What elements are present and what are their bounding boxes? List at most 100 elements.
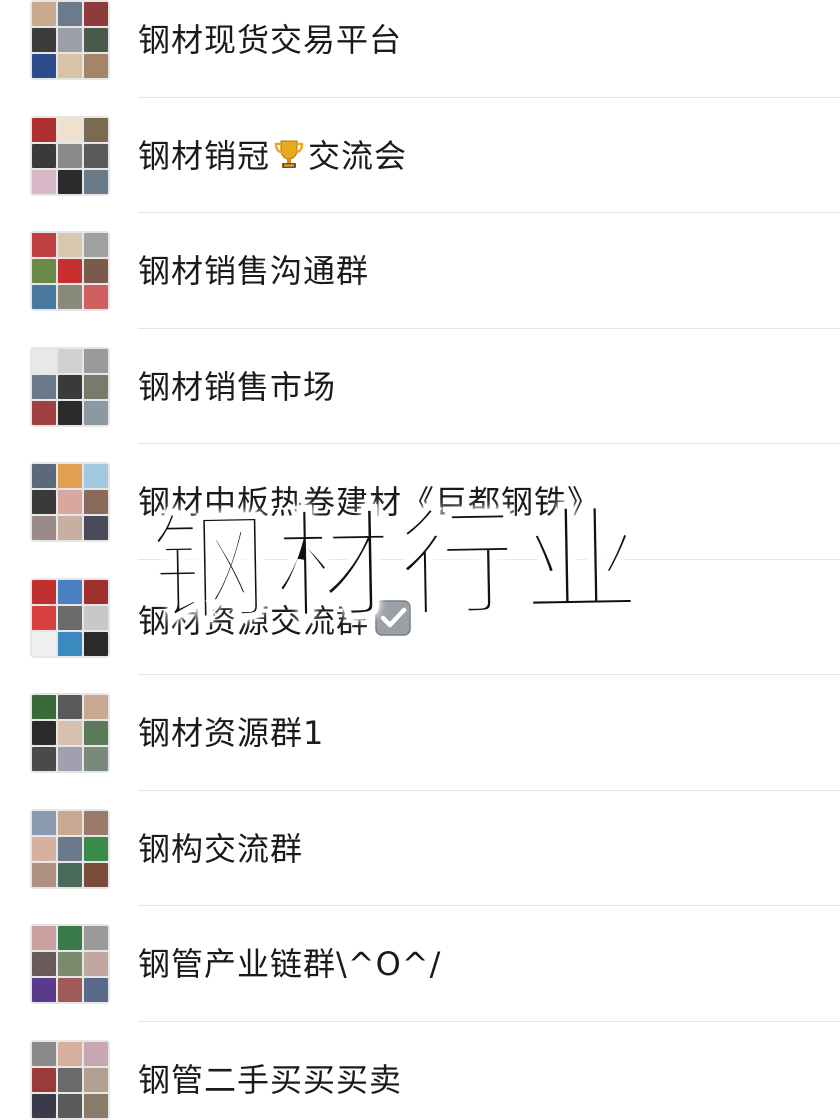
group-avatar	[30, 0, 110, 80]
member-avatar	[84, 579, 108, 604]
member-avatar	[32, 28, 56, 52]
member-avatar	[58, 233, 82, 257]
chat-row[interactable]: 钢材销售市场	[0, 329, 840, 444]
member-avatar	[32, 143, 56, 168]
member-avatar	[58, 747, 82, 771]
member-avatar	[58, 490, 82, 514]
member-avatar	[58, 862, 82, 887]
chat-row[interactable]: 钢材现货交易平台	[0, 0, 840, 98]
member-avatar	[58, 978, 82, 1002]
group-avatar	[30, 115, 110, 196]
member-avatar	[84, 54, 108, 78]
member-avatar	[58, 348, 82, 373]
chat-title: 钢构交流群	[138, 829, 304, 868]
chat-title: 钢材现货交易平台	[138, 21, 403, 59]
member-avatar	[32, 2, 56, 26]
member-avatar	[84, 747, 108, 771]
member-avatar	[84, 233, 108, 257]
member-avatar	[84, 1093, 108, 1118]
member-avatar	[32, 400, 56, 425]
chat-title: 钢管二手买买买卖	[138, 1060, 403, 1099]
chat-list-screen: 钢材现货交易平台 钢材销冠 交流会 钢材销售沟通群 钢材销售市场 钢材中板热卷建…	[0, 0, 840, 1120]
chat-row[interactable]: 钢材资源群1	[0, 675, 840, 791]
member-avatar	[84, 810, 108, 835]
group-avatar	[30, 924, 110, 1004]
member-avatar	[58, 810, 82, 835]
member-avatar	[32, 836, 56, 861]
chat-title: 钢材销冠 交流会	[138, 136, 407, 176]
member-avatar	[58, 117, 82, 142]
member-avatar	[84, 1041, 108, 1066]
member-avatar	[32, 285, 56, 309]
chat-title: 钢管产业链群\^O^/	[138, 945, 442, 983]
member-avatar	[32, 862, 56, 887]
group-avatar	[30, 808, 110, 889]
member-avatar	[58, 285, 82, 309]
member-avatar	[32, 233, 56, 257]
member-avatar	[58, 579, 82, 604]
member-avatar	[32, 1041, 56, 1066]
member-avatar	[58, 631, 82, 656]
member-avatar	[58, 836, 82, 861]
member-avatar	[32, 348, 56, 373]
member-avatar	[32, 1067, 56, 1092]
member-avatar	[84, 374, 108, 399]
member-avatar	[84, 348, 108, 373]
member-avatar	[58, 28, 82, 52]
member-avatar	[84, 516, 108, 540]
member-avatar	[32, 952, 56, 976]
member-avatar	[32, 631, 56, 656]
member-avatar	[32, 579, 56, 604]
member-avatar	[32, 1093, 56, 1118]
member-avatar	[32, 516, 56, 540]
member-avatar	[84, 631, 108, 656]
member-avatar	[58, 169, 82, 194]
member-avatar	[32, 490, 56, 514]
member-avatar	[58, 605, 82, 630]
member-avatar	[84, 285, 108, 309]
chat-title: 钢材资源群1	[138, 714, 325, 752]
member-avatar	[32, 605, 56, 630]
member-avatar	[58, 926, 82, 950]
chat-row[interactable]: 钢管产业链群\^O^/	[0, 906, 840, 1022]
chat-row[interactable]: 钢构交流群	[0, 791, 840, 906]
group-avatar	[30, 462, 110, 542]
member-avatar	[84, 605, 108, 630]
trophy-icon	[274, 140, 304, 168]
member-avatar	[32, 747, 56, 771]
group-avatar	[30, 693, 110, 773]
member-avatar	[58, 143, 82, 168]
member-avatar	[84, 2, 108, 26]
member-avatar	[32, 978, 56, 1002]
member-avatar	[58, 1093, 82, 1118]
member-avatar	[58, 2, 82, 26]
member-avatar	[58, 374, 82, 399]
member-avatar	[32, 695, 56, 719]
member-avatar	[32, 259, 56, 283]
member-avatar	[58, 952, 82, 976]
member-avatar	[32, 54, 56, 78]
chat-title-part: 钢材销冠	[138, 136, 271, 175]
member-avatar	[58, 516, 82, 540]
member-avatar	[84, 695, 108, 719]
member-avatar	[84, 169, 108, 194]
member-avatar	[84, 400, 108, 425]
member-avatar	[84, 490, 108, 514]
chat-title: 钢材销售沟通群	[138, 252, 370, 290]
member-avatar	[32, 810, 56, 835]
member-avatar	[32, 117, 56, 142]
member-avatar	[32, 374, 56, 399]
chat-row[interactable]: 钢材销售沟通群	[0, 213, 840, 329]
group-avatar	[30, 577, 110, 658]
member-avatar	[58, 721, 82, 745]
chat-title: 钢材销售市场	[138, 367, 337, 406]
member-avatar	[84, 978, 108, 1002]
member-avatar	[58, 1041, 82, 1066]
chat-row[interactable]: 钢材销冠 交流会	[0, 98, 840, 213]
group-avatar	[30, 231, 110, 311]
chat-row[interactable]: 钢管二手买买买卖	[0, 1022, 840, 1120]
member-avatar	[84, 952, 108, 976]
member-avatar	[84, 464, 108, 488]
group-avatar	[30, 1039, 110, 1120]
member-avatar	[58, 259, 82, 283]
